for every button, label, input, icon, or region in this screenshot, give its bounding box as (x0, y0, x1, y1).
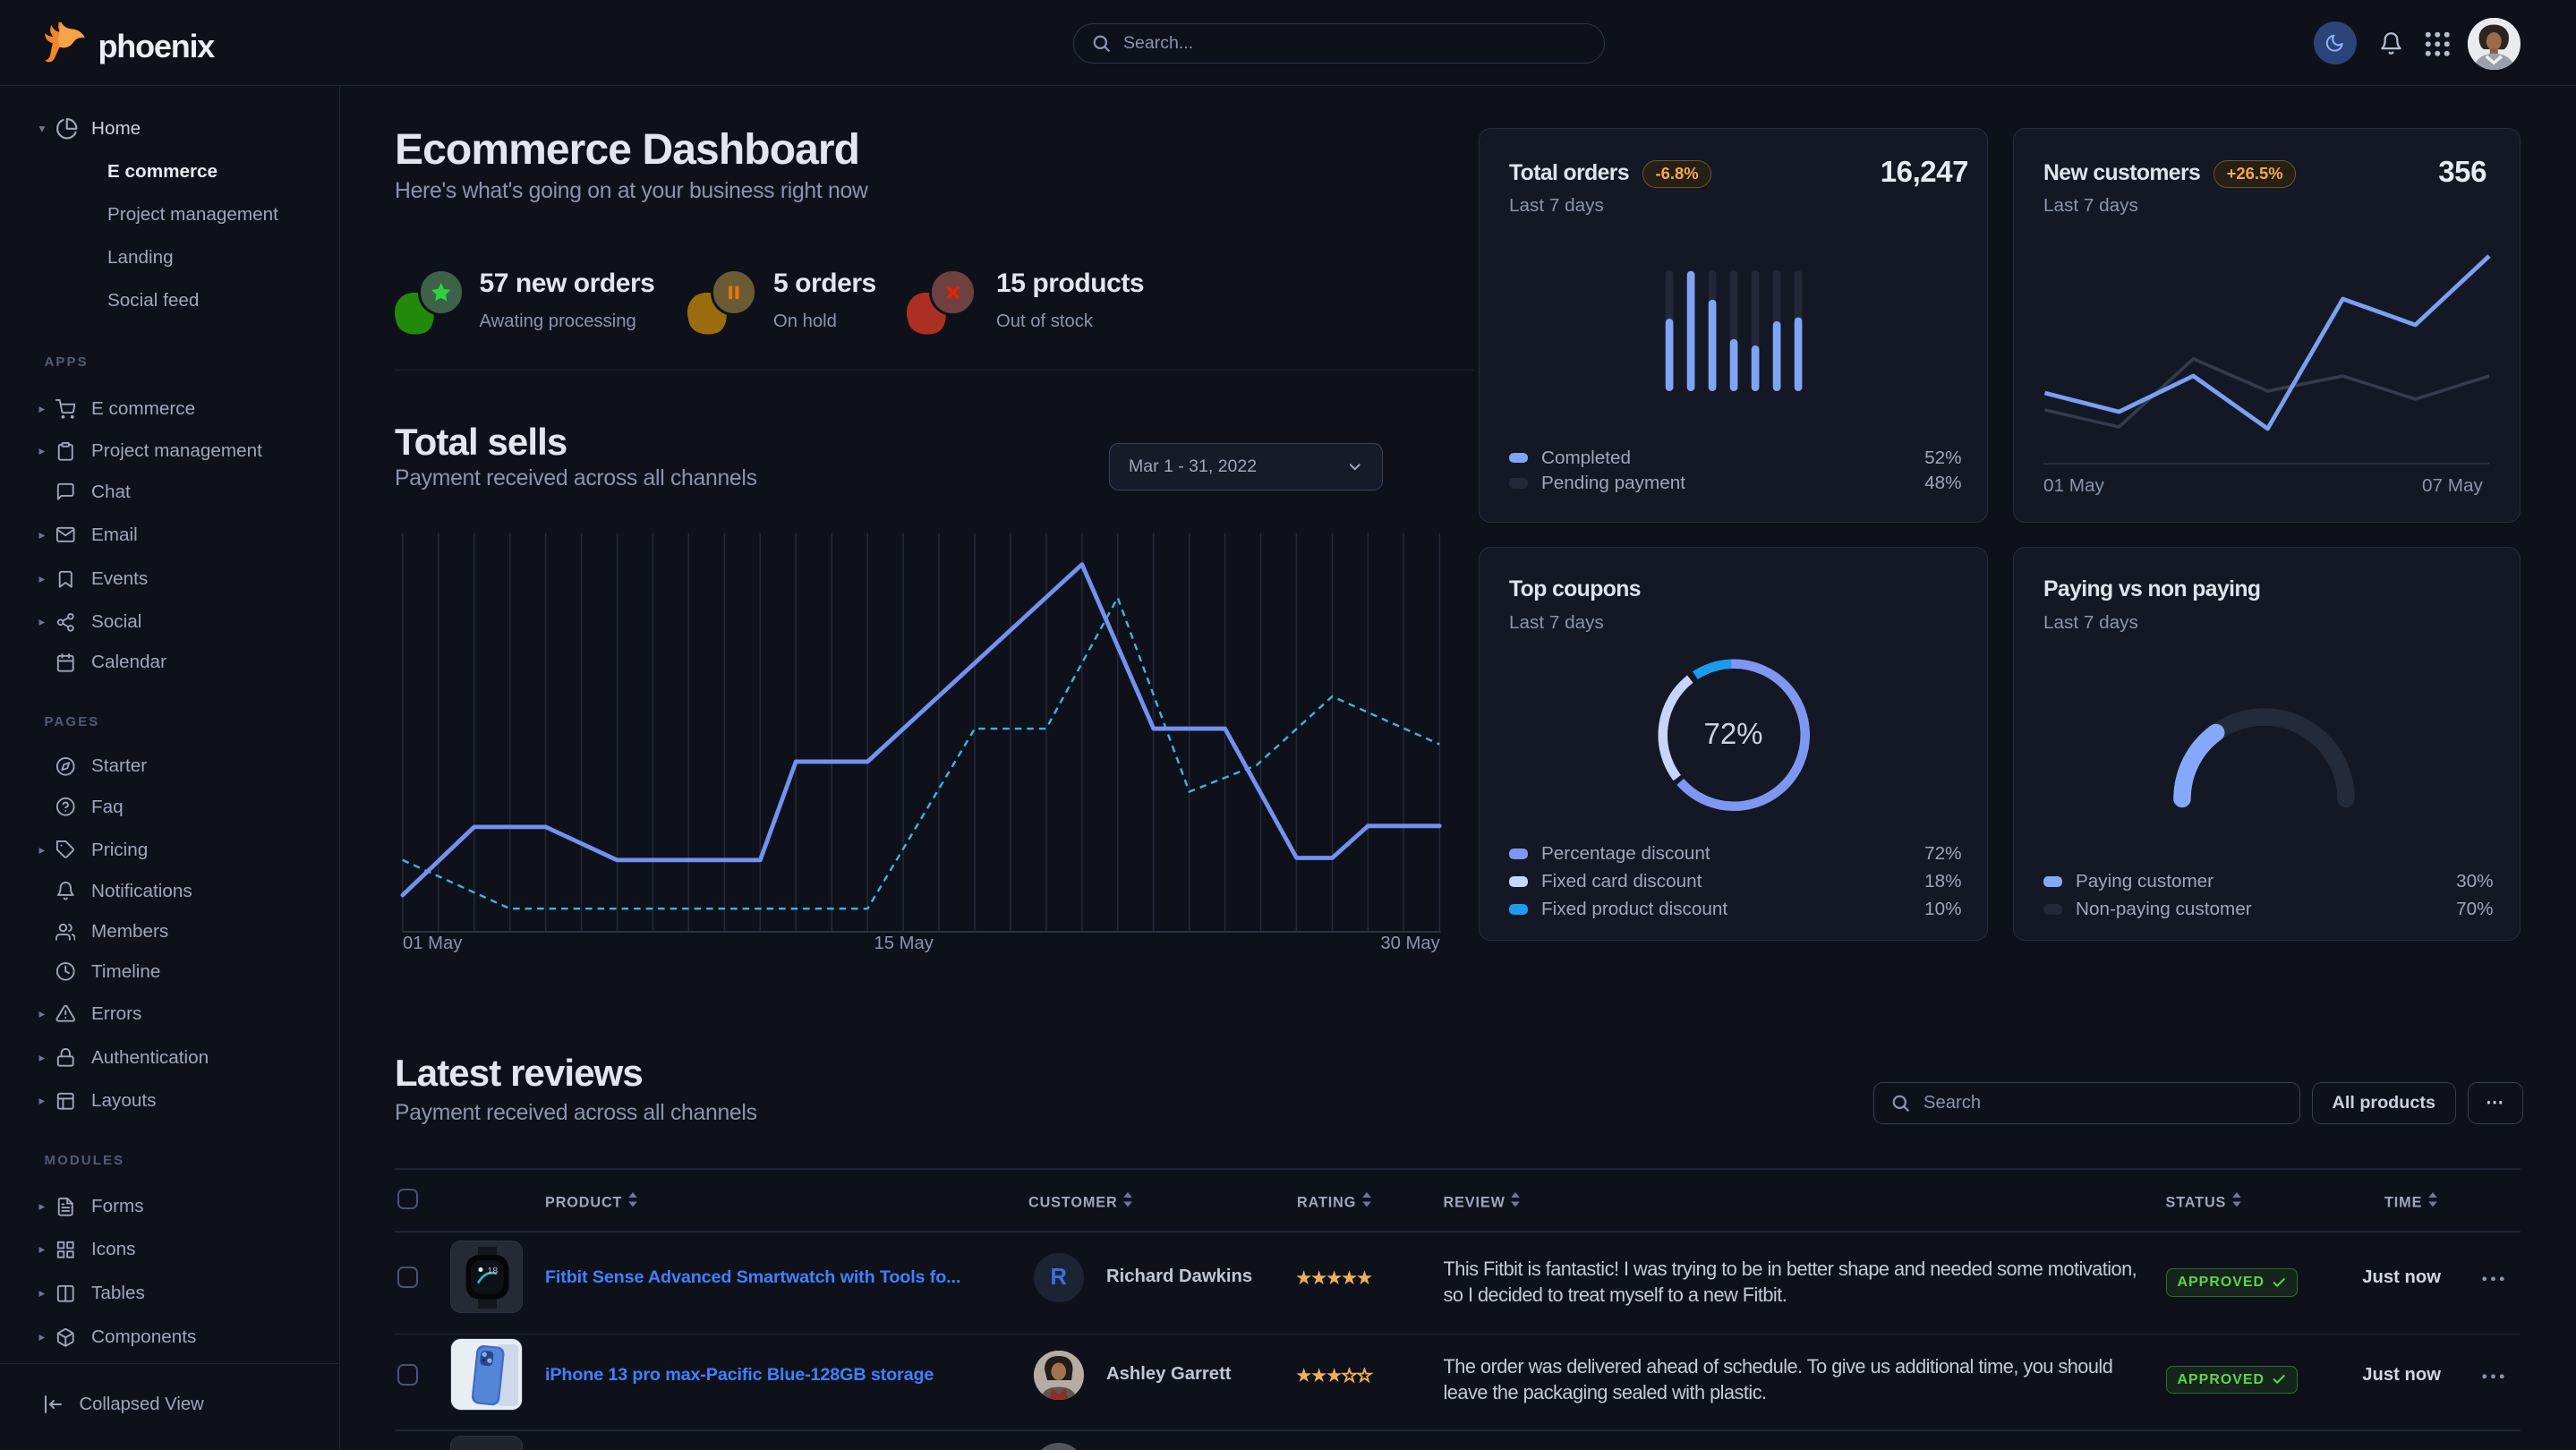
svg-text:18: 18 (487, 1266, 498, 1276)
